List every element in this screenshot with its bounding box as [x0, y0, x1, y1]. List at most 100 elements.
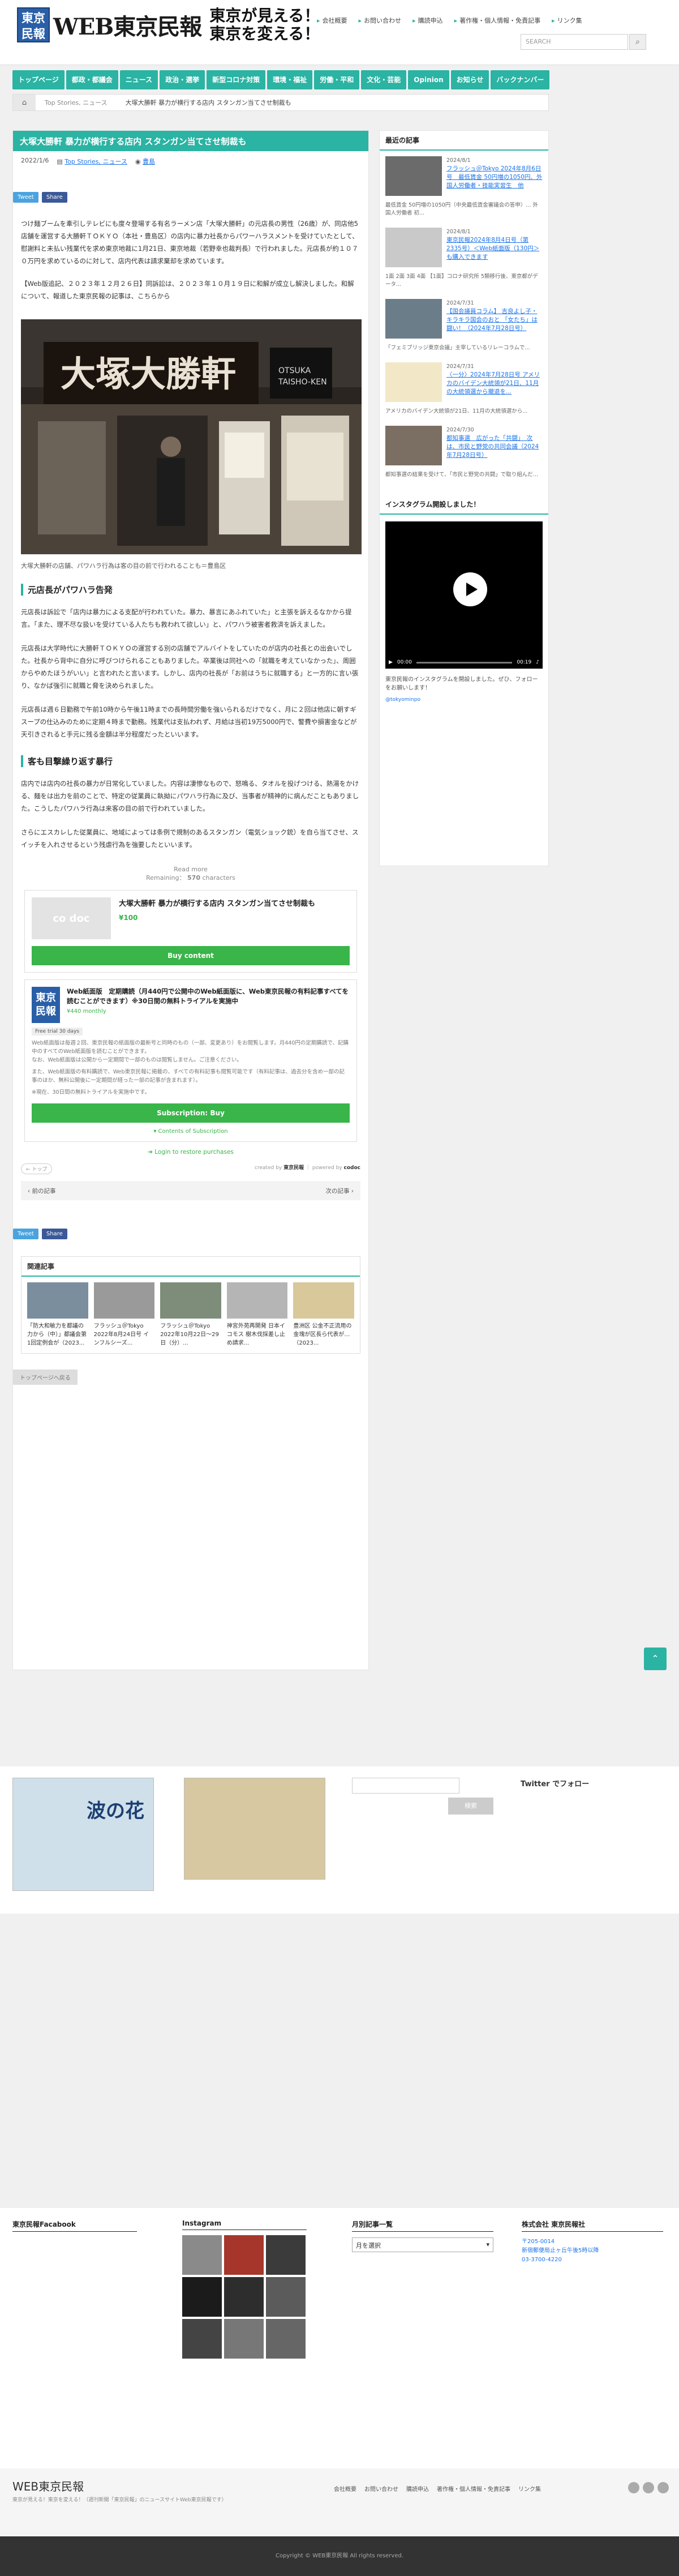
footer-link-subscribe[interactable]: 購読申込 [406, 2484, 429, 2493]
banner-ad[interactable] [184, 1778, 325, 1880]
footer-search-input[interactable] [352, 1778, 459, 1794]
prev-post-link[interactable]: ‹ 前の記事 [28, 1187, 56, 1195]
tweet-button[interactable]: Tweet [13, 192, 38, 203]
recent-item[interactable]: 2024/7/31 〈一分〉2024年7月28日号 アメリカのバイデン大統領が21… [380, 357, 548, 408]
buy-content-button[interactable]: Buy content [32, 946, 350, 965]
instagram-photo[interactable] [182, 2277, 222, 2317]
next-post-link[interactable]: 次の記事 › [325, 1187, 354, 1195]
section-heading-1: 元店長がパワハラ告発 [21, 584, 360, 596]
gnav-culture[interactable]: 文化・芸能 [361, 70, 407, 89]
footer-search-button[interactable]: 検索 [448, 1798, 493, 1815]
instagram-photo[interactable] [224, 2235, 264, 2275]
topnav-subscribe[interactable]: ▸ 購読申込 [412, 16, 443, 25]
company-heading: 株式会社 東京民報社 [522, 2219, 663, 2232]
gnav-top[interactable]: トップページ [12, 70, 65, 89]
facebook-share-button[interactable]: Share [41, 192, 67, 203]
product-title: 大塚大勝軒 暴力が横行する店内 スタンガン当てさせ制裁も [119, 900, 316, 908]
svg-text:大塚大勝軒: 大塚大勝軒 [61, 353, 236, 395]
back-to-top-tag[interactable]: ← トップ [21, 1163, 53, 1174]
gnav-opinion[interactable]: Opinion [408, 70, 449, 89]
instagram-photo[interactable] [224, 2319, 264, 2359]
site-header: 東京 民報 WEB東京民報 東京が見える！ 東京を変える！ ▸ 会社概要 ▸ お問い合… [0, 0, 679, 65]
back-to-top-button[interactable]: トップページへ戻る [13, 1370, 78, 1385]
footer-link-links[interactable]: リンク集 [518, 2484, 541, 2493]
video-player[interactable]: ▶ 00:00 00:19 ♪ [385, 521, 543, 669]
instagram-photo[interactable] [266, 2319, 306, 2359]
gnav-notice[interactable]: お知らせ [450, 70, 489, 89]
home-icon[interactable]: ⌂ [13, 95, 36, 110]
related-item[interactable]: フラッシュ＠Tokyo 2022年10月22日～29日（分）... [160, 1282, 221, 1347]
recent-item[interactable]: 2024/8/1 東京民報2024年8月4日号（第2335号）＜Web紙面版（13… [380, 222, 548, 273]
instagram-photo[interactable] [266, 2235, 306, 2275]
gnav-politics[interactable]: 政治・選挙 [160, 70, 205, 89]
footer-social [628, 2482, 669, 2493]
article-update-note: 【Web版追記、２０２３年１２月２６日】同訴訟は、２０２３年１０月１９日に和解が… [21, 280, 354, 300]
facebook-icon[interactable] [643, 2482, 654, 2493]
recent-excerpt: 1面 2面 3面 4面 【1面】コロナ研究所 5類移行後、東京都がデータ... [385, 273, 538, 288]
banner-nami-no-hana[interactable]: 波の花 [12, 1778, 154, 1891]
recent-item[interactable]: 2024/7/31 【国会議員コラム】 吉良よし子・キラキラ国会のおと 「女たち」… [380, 293, 548, 344]
related-item[interactable]: フラッシュ＠Tokyo 2022年8月24日号 インフルシーズ... [93, 1282, 155, 1347]
subscription-desc: また、Web紙面版の有料購読で、Web東京民報に掲載の、すべての有料記事も閲覧可… [32, 1069, 345, 1084]
article-paragraph: 店内では店内の社長の暴力が日常化していました。内容は凄惨なもので、怒鳴る、タオル… [21, 780, 359, 812]
topnav-company[interactable]: ▸ 会社概要 [317, 16, 347, 25]
footer-logo[interactable]: WEB東京民報 [12, 2477, 84, 2494]
instagram-photo[interactable] [266, 2277, 306, 2317]
gnav-tosei[interactable]: 都政・都議会 [66, 70, 118, 89]
related-item[interactable]: 神宮外苑再開発 日本イコモス 樹木伐採差し止め請求... [226, 1282, 288, 1347]
recent-item[interactable]: 2024/8/1 フラッシュ＠Tokyo 2024年8月6日号 最低賃金 50円増… [380, 151, 548, 202]
subscription-contents-link[interactable]: ▾ Contents of Subscription [32, 1128, 350, 1135]
footer-link-company[interactable]: 会社概要 [334, 2484, 356, 2493]
footer-link-contact[interactable]: お問い合わせ [364, 2484, 398, 2493]
storefront-image: 大塚大勝軒 OTSUKA TAISHO-KEN [21, 319, 362, 554]
recent-excerpt: 最低賃金 50円増の1050円（中央最低賃金審議会の答申）... 外国人労働者 … [385, 202, 538, 216]
login-restore-link[interactable]: ➔ Login to restore purchases [13, 1149, 368, 1156]
product-thumbnail: co doc [32, 897, 111, 939]
topnav-copyright[interactable]: ▸ 著作権・個人情報・免責記事 [454, 16, 541, 25]
related-item[interactable]: 豊洲区 公金不正流用の金塊が区長ら代表が…（2023... [293, 1282, 354, 1347]
topnav-contact[interactable]: ▸ お問い合わせ [359, 16, 402, 25]
instagram-photo[interactable] [182, 2319, 222, 2359]
breadcrumb-category[interactable]: Top Stories, ニュース [36, 98, 117, 107]
related-item[interactable]: 「防大和敏力を都議の力から（中）」都議会第1回定例会が（2023... [27, 1282, 88, 1347]
instagram-user-link[interactable]: @tokyominpo [380, 692, 548, 707]
instagram-photo[interactable] [182, 2235, 222, 2275]
play-icon[interactable] [453, 572, 487, 606]
search-button[interactable]: ⌕ [629, 34, 646, 50]
video-play-toggle[interactable]: ▶ [389, 660, 393, 665]
facebook-share-button[interactable]: Share [41, 1229, 67, 1239]
archive-select[interactable]: 月を選択 ▾ [352, 2237, 493, 2252]
rss-icon[interactable] [657, 2482, 669, 2493]
sidebar-recent-heading: 最近の記事 [380, 131, 548, 151]
video-progress[interactable] [416, 661, 513, 664]
subscription-desc: Web紙面版は毎週２回、東京民報の紙面版の最新号と同時のもの（一部、変更あり）を… [32, 1040, 349, 1055]
twitter-icon[interactable] [628, 2482, 639, 2493]
read-more-label: Read more [174, 866, 208, 873]
subscription-buy-button[interactable]: Subscription: Buy [32, 1103, 350, 1123]
twitter-follow-heading: Twitter でフォロー [521, 1780, 590, 1788]
video-current-time: 00:00 [397, 660, 412, 665]
gnav-labor[interactable]: 労働・平和 [314, 70, 360, 89]
site-logo[interactable]: 東京 民報 WEB東京民報 東京が見える！ 東京を変える！ [17, 7, 320, 43]
topnav-links[interactable]: ▸ リンク集 [552, 16, 582, 25]
instagram-photo[interactable] [224, 2277, 264, 2317]
recent-item[interactable]: 2024/7/30 都知事選 広がった「共闘」 次は、市民と野党の共同会議（202… [380, 420, 548, 471]
search-input[interactable]: SEARCH [521, 34, 628, 50]
photo-caption: 大塚大勝軒の店舗、パワハラ行為は客の目の前で行われることも＝豊島区 [21, 562, 226, 570]
scroll-top-button[interactable]: ⌃ [644, 1648, 667, 1670]
gnav-welfare[interactable]: 環境・福祉 [267, 70, 313, 89]
tweet-button[interactable]: Tweet [13, 1229, 38, 1239]
chevron-down-icon: ▾ [486, 2241, 489, 2248]
article-title: 大塚大勝軒 暴力が横行する店内 スタンガン当てさせ制裁も [13, 131, 368, 151]
article-category-link[interactable]: Top Stories, ニュース [65, 158, 127, 165]
top-navigation: ▸ 会社概要 ▸ お問い合わせ ▸ 購読申込 ▸ 著作権・個人情報・免責記事 ▸ リンク集 [317, 16, 582, 25]
codoc-credit: created by 東京民報 ｜ powered by codoc [255, 1165, 360, 1171]
gnav-corona[interactable]: 新型コロナ対策 [207, 70, 266, 89]
article-author-link[interactable]: 豊島 [143, 158, 155, 165]
video-duration: 00:19 [517, 660, 532, 665]
volume-icon[interactable]: ♪ [536, 660, 539, 665]
archive-heading: 月別記事一覧 [352, 2219, 493, 2232]
footer-link-copyright[interactable]: 著作権・個人情報・免責記事 [437, 2484, 510, 2493]
gnav-backnumber[interactable]: バックナンバー [491, 70, 550, 89]
gnav-news[interactable]: ニュース [119, 70, 158, 89]
